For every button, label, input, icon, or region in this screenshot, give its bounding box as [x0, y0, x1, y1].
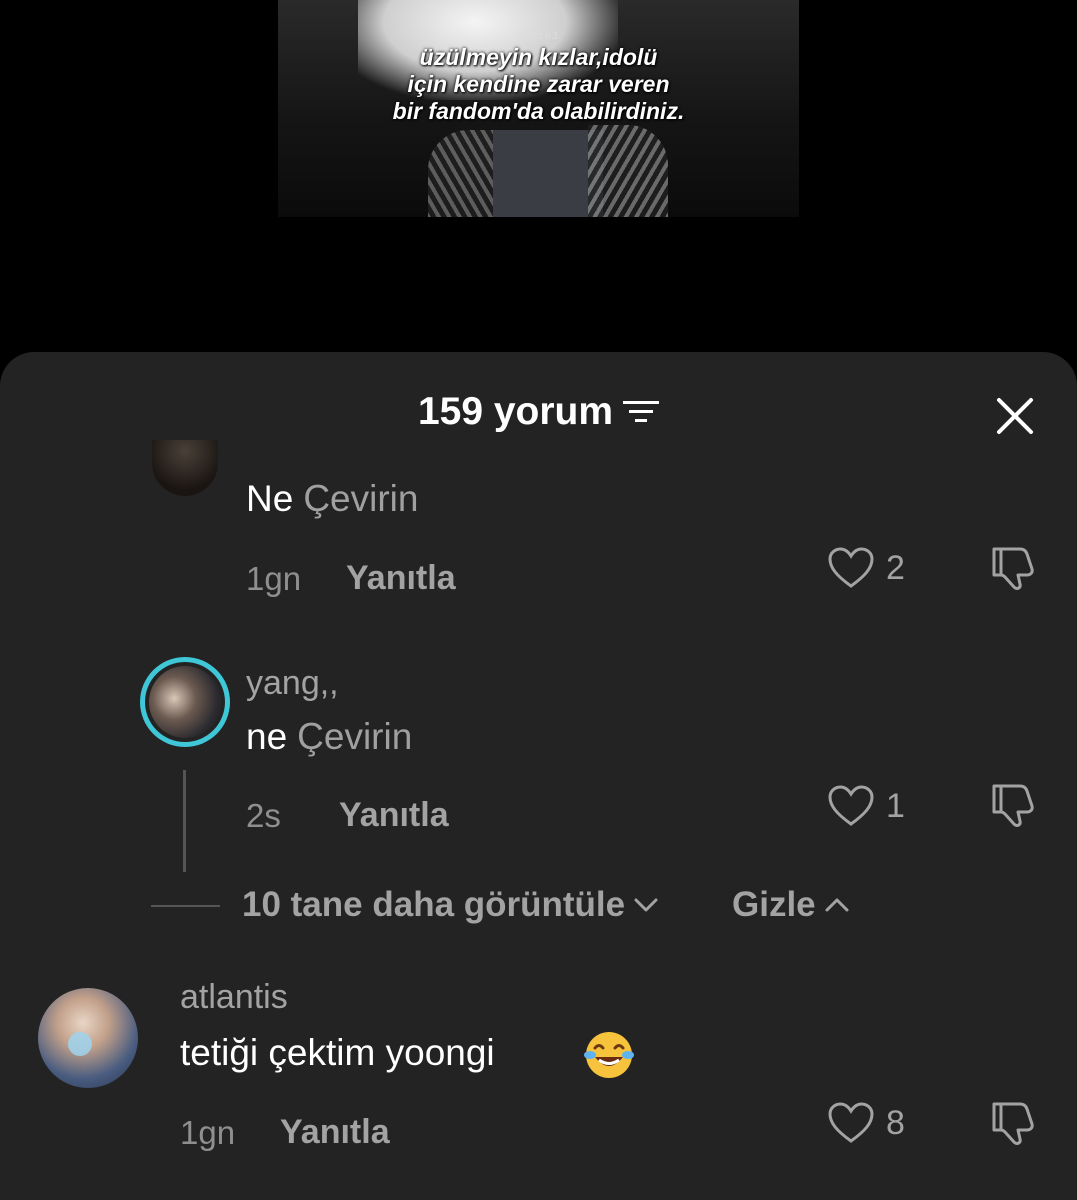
- reply-button[interactable]: Yanıtla: [280, 1113, 390, 1152]
- dislike-icon[interactable]: [988, 543, 1040, 591]
- sort-filter-icon[interactable]: [623, 399, 660, 425]
- comment-text: Ne Çevirin: [246, 478, 419, 519]
- video-watermark: zyqc63: [518, 30, 559, 42]
- video-caption: üzülmeyin kızlar,idolü için kendine zara…: [392, 44, 685, 124]
- comment-text: tetiği çektim yoongi: [180, 1032, 495, 1073]
- comments-header: 159 yorum: [0, 390, 1077, 434]
- comment-timestamp: 1gn: [246, 560, 302, 597]
- comment-author[interactable]: atlantis: [180, 978, 288, 1017]
- reply-thread-line: [183, 770, 186, 872]
- comments-count-title: 159 yorum: [417, 390, 614, 433]
- heart-icon[interactable]: [827, 1101, 875, 1145]
- comment-author[interactable]: yang,,: [246, 664, 339, 703]
- comment-timestamp: 1gn: [180, 1114, 236, 1151]
- hide-replies-button[interactable]: Gizle: [732, 885, 850, 925]
- chevron-down-icon: [634, 898, 658, 912]
- translate-link[interactable]: Çevirin: [297, 716, 412, 757]
- replies-divider: [151, 905, 220, 907]
- avatar[interactable]: [140, 657, 230, 747]
- heart-icon[interactable]: [827, 784, 875, 828]
- avatar[interactable]: [38, 988, 138, 1088]
- comment-timestamp: 2s: [246, 797, 281, 834]
- like-count: 8: [886, 1104, 905, 1142]
- face-with-tears-of-joy-icon: [584, 1032, 634, 1078]
- dislike-icon[interactable]: [988, 1098, 1040, 1146]
- heart-icon[interactable]: [827, 546, 875, 590]
- view-more-replies-button[interactable]: 10 tane daha görüntüle: [242, 885, 659, 925]
- avatar[interactable]: [152, 440, 218, 496]
- reply-button[interactable]: Yanıtla: [346, 559, 456, 598]
- reply-button[interactable]: Yanıtla: [339, 796, 449, 835]
- comment-text: ne Çevirin: [246, 716, 413, 757]
- like-count: 2: [886, 549, 905, 587]
- translate-link[interactable]: Çevirin: [303, 478, 418, 519]
- video-thumbnail[interactable]: zyqc63 üzülmeyin kızlar,idolü için kendi…: [278, 0, 799, 217]
- thumbnail-image-detail: [588, 125, 668, 217]
- chevron-up-icon: [825, 898, 849, 912]
- close-icon[interactable]: [995, 396, 1035, 436]
- like-count: 1: [886, 787, 905, 825]
- dislike-icon[interactable]: [988, 780, 1040, 828]
- thumbnail-image-detail: [493, 130, 603, 217]
- comments-sheet: 159 yorum Ne Çevirin 1gn Yanıtla 2 yang,…: [0, 352, 1077, 1200]
